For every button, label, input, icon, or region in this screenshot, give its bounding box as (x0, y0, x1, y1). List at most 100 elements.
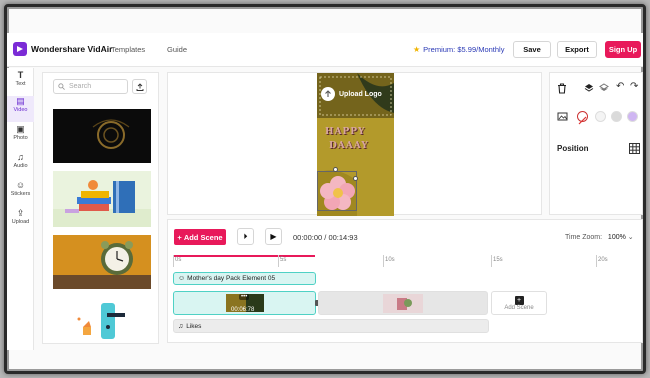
bring-forward-icon[interactable] (584, 83, 594, 93)
resize-handle[interactable] (353, 176, 358, 181)
tool-label: Upload (11, 219, 30, 225)
audio-icon: ♫ (17, 152, 24, 162)
upload-icon (136, 82, 143, 91)
timeline-panel: + Add Scene ⏵ ▶ 00:00:00 / 00:14:93 Time … (167, 219, 643, 343)
ruler-label: 0s (175, 257, 182, 263)
tool-label: Text (15, 81, 26, 87)
zoom-value: 100% (607, 234, 626, 241)
color-swatch-white[interactable] (595, 111, 606, 122)
play-icon: ▶ (270, 232, 277, 241)
ruler-label: 20s (598, 257, 608, 263)
sticker-icon: ☺ (178, 275, 186, 282)
add-scene-button[interactable]: + Add Scene (174, 229, 226, 245)
scene-clip-2[interactable] (318, 291, 488, 315)
upload-logo-label: Upload Logo (339, 90, 382, 98)
playhead-progress (173, 255, 315, 257)
nav-guide[interactable]: Guide (167, 45, 187, 54)
media-thumbnail-door-lock[interactable] (53, 297, 151, 343)
tool-label: Audio (13, 163, 28, 169)
tool-label: Video (13, 107, 28, 113)
rotate-handle[interactable] (333, 167, 338, 172)
stickers-icon: ☺ (15, 180, 26, 190)
undo-icon[interactable]: ↶ (616, 81, 624, 92)
ruler-label: 5s (280, 257, 287, 263)
top-bar: Wondershare VidAir Templates Guide ★ Pre… (7, 33, 643, 67)
element-track[interactable]: ☺ Mother's day Pack Element 05 (173, 272, 316, 285)
left-toolbar: T Text ▤ Video ▣ Photo ♫ Audio ☺ Sticker… (7, 68, 34, 350)
redo-icon[interactable]: ↷ (630, 81, 638, 92)
color-none-swatch[interactable] (577, 111, 588, 125)
clip-duration: 00:06:78 (231, 307, 255, 313)
grid-position-icon[interactable] (629, 143, 640, 154)
upload-icon: ⇪ (16, 208, 25, 218)
tool-label: Stickers (10, 191, 31, 197)
split-clip-button[interactable]: ⏵ (237, 228, 254, 245)
send-backward-icon[interactable] (599, 83, 609, 93)
vidair-logo-icon (13, 42, 27, 56)
plus-square-icon: + (514, 295, 524, 305)
ruler-label: 10s (385, 257, 395, 263)
premium-label: Premium: $5.99/Monthly (423, 45, 505, 54)
media-thumbnail-alarm-clock[interactable] (53, 235, 151, 289)
ruler-label: 15s (493, 257, 503, 263)
color-swatch-lavender[interactable] (627, 111, 638, 122)
element-track-label: Mother's day Pack Element 05 (187, 275, 276, 282)
time-zoom[interactable]: Time Zoom: 100% ⌄ (565, 233, 634, 241)
signup-button[interactable]: Sign Up (605, 41, 641, 58)
split-icon: ⏵ (243, 231, 248, 241)
tool-video[interactable]: ▤ Video (7, 96, 34, 122)
chevron-down-icon: ⌄ (627, 234, 634, 241)
media-panel: Search (42, 72, 159, 344)
tool-upload[interactable]: ⇪ Upload (7, 208, 34, 234)
add-scene-label: Add Scene (183, 232, 223, 242)
text-line-2: DAAAY (329, 141, 369, 151)
photo-icon: ▣ (16, 124, 25, 134)
play-button[interactable]: ▶ (265, 228, 282, 245)
premium-offer[interactable]: ★ Premium: $5.99/Monthly (413, 45, 504, 54)
position-label: Position (557, 144, 589, 153)
add-scene-slot[interactable]: + Add Scene (491, 291, 547, 315)
video-frame[interactable]: Upload Logo HAPPY DAAAY (317, 73, 394, 216)
clip-menu-icon[interactable]: ••• (239, 294, 250, 300)
audio-track[interactable]: ♫ Likes (173, 319, 489, 333)
save-button[interactable]: Save (513, 41, 551, 58)
export-button[interactable]: Export (557, 41, 597, 58)
scene-clip-1[interactable]: ••• 00:06:78 (173, 291, 316, 315)
mothers-day-text[interactable]: HAPPY DAAAY (325, 125, 387, 153)
add-scene-slot-label: Add Scene (504, 304, 534, 311)
tool-stickers[interactable]: ☺ Stickers (7, 180, 34, 206)
clip-thumbnail-2 (383, 294, 423, 313)
search-icon (58, 83, 65, 90)
delete-icon[interactable] (557, 83, 567, 94)
tool-photo[interactable]: ▣ Photo (7, 124, 34, 150)
app-name: Wondershare VidAir (31, 44, 113, 54)
nav-templates[interactable]: Templates (111, 45, 145, 54)
music-note-icon: ♫ (178, 322, 184, 330)
preview-canvas[interactable]: Upload Logo HAPPY DAAAY (167, 72, 542, 216)
audio-track-label: Likes (186, 322, 202, 330)
timeline-ruler[interactable]: 0s 5s 10s 15s 20s (173, 255, 639, 269)
brand[interactable]: Wondershare VidAir (13, 42, 112, 56)
flower-sticker[interactable] (317, 171, 357, 211)
replace-image-icon[interactable] (557, 111, 568, 122)
search-placeholder: Search (69, 83, 92, 90)
text-line-1: HAPPY (325, 127, 366, 137)
video-icon: ▤ (16, 96, 25, 106)
media-thumbnail-books[interactable] (53, 171, 151, 227)
text-icon: T (17, 70, 24, 80)
zoom-label: Time Zoom: (565, 234, 603, 241)
color-swatch-gray[interactable] (611, 111, 622, 122)
app-window: Wondershare VidAir Templates Guide ★ Pre… (4, 4, 646, 374)
tool-text[interactable]: T Text (7, 70, 34, 96)
upload-media-button[interactable] (132, 79, 147, 94)
media-thumbnail-dark-ornament[interactable] (53, 109, 151, 163)
time-readout: 00:00:00 / 00:14:93 (293, 233, 358, 242)
search-input[interactable]: Search (53, 79, 128, 94)
upload-logo-area[interactable]: Upload Logo (321, 87, 382, 101)
star-icon: ★ (413, 45, 421, 54)
tool-audio[interactable]: ♫ Audio (7, 152, 34, 178)
plus-icon: + (177, 232, 182, 242)
tool-label: Photo (13, 135, 28, 141)
upload-logo-icon (321, 87, 335, 101)
properties-panel: ↶ ↷ Position (549, 72, 643, 215)
